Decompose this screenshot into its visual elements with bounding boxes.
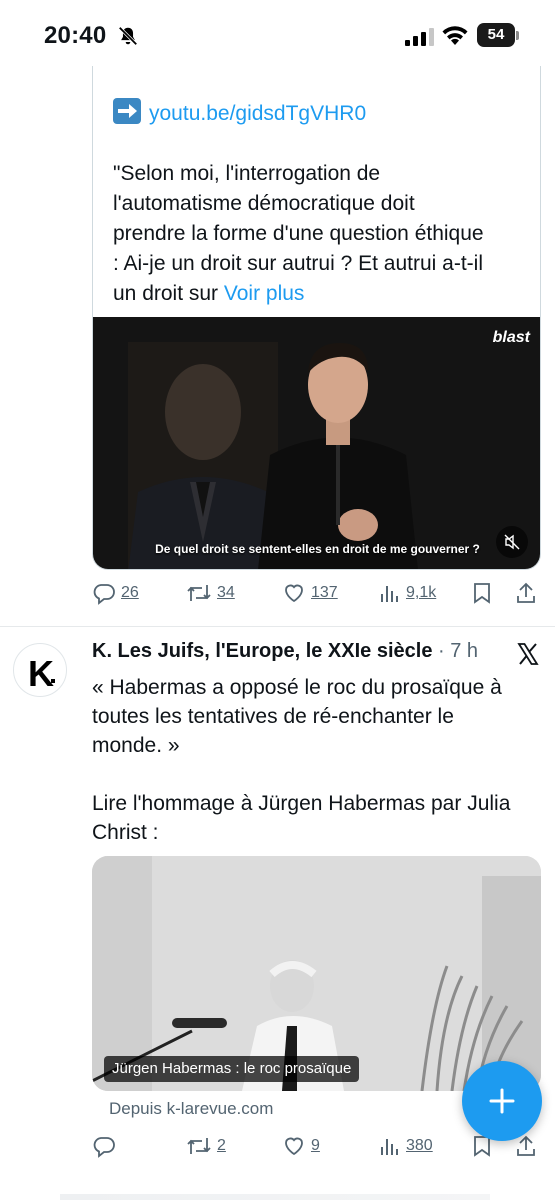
retweet-button[interactable]: 2 — [186, 1131, 226, 1161]
status-bar: 20:40 54 — [0, 0, 555, 66]
retweet-button[interactable]: 34 — [186, 578, 235, 608]
cellular-signal-icon — [405, 28, 434, 46]
avatar-dot — [51, 679, 55, 683]
quote-line: : Ai-je un droit sur autrui ? Et autrui … — [113, 252, 483, 275]
tweet-line: Lire l'hommage à Jürgen Habermas par Jul… — [92, 792, 511, 815]
author-row: K. Les Juifs, l'Europe, le XXIe siècle ·… — [92, 640, 542, 670]
show-more-link[interactable]: Voir plus — [224, 282, 305, 305]
retweet-count: 34 — [217, 584, 235, 601]
tweet-actions: 2 9 380 — [92, 1131, 542, 1161]
views-icon — [381, 1139, 398, 1155]
bookmark-icon — [474, 583, 490, 604]
quoted-tweet-card[interactable]: youtu.be/gidsdTgVHR0 "Selon moi, l'inter… — [92, 40, 541, 570]
right-arrow-emoji-icon — [113, 98, 141, 124]
video-brand-logo: blast — [492, 329, 530, 346]
wifi-icon — [442, 26, 468, 45]
tweet-time[interactable]: 7 h — [450, 640, 478, 662]
like-count: 137 — [311, 584, 338, 601]
video-subtitle: De quel droit se sentent-elles en droit … — [155, 542, 480, 556]
link-preview-caption: Jürgen Habermas : le roc prosaïque — [104, 1056, 360, 1082]
reply-icon — [93, 1137, 115, 1158]
views-icon — [381, 586, 398, 602]
status-time: 20:40 — [44, 22, 107, 49]
separator-dot: · — [438, 640, 445, 662]
plus-icon — [489, 1088, 515, 1114]
battery-cap — [516, 31, 519, 40]
next-tweet-preview — [60, 1194, 490, 1200]
quote-line: prendre la forme d'une question éthique — [113, 222, 484, 245]
tweet-actions: 26 34 137 9,1k — [92, 578, 542, 608]
speaker-muted-icon — [504, 534, 520, 550]
mute-button[interactable] — [496, 526, 528, 558]
heart-icon — [285, 584, 303, 603]
avatar-letter: K — [28, 653, 54, 694]
views-button[interactable]: 380 — [379, 1131, 433, 1161]
views-count: 380 — [406, 1137, 433, 1154]
tweet-line: Christ : — [92, 821, 159, 844]
avatar[interactable]: K — [13, 643, 67, 697]
link-line: youtu.be/gidsdTgVHR0 — [113, 98, 533, 129]
compose-button[interactable] — [462, 1061, 542, 1141]
tweet-line: toutes les tentatives de ré-enchanter le — [92, 705, 454, 728]
tweet-divider — [0, 626, 555, 627]
like-button[interactable]: 9 — [282, 1131, 320, 1161]
like-button[interactable]: 137 — [282, 578, 338, 608]
tweet-text: « Habermas a opposé le roc du prosaïque … — [92, 673, 542, 847]
quote-line-prefix: un droit sur — [113, 282, 224, 305]
video-player[interactable]: blast De quel droit se sentent-elles en … — [93, 317, 540, 569]
author-name[interactable]: K. Les Juifs, l'Europe, le XXIe siècle — [92, 640, 432, 662]
reply-icon — [93, 584, 115, 605]
retweet-icon — [187, 585, 211, 601]
retweet-count: 2 — [217, 1137, 226, 1154]
link-preview-source[interactable]: Depuis k-larevue.com — [109, 1099, 273, 1119]
share-icon — [517, 582, 535, 603]
bookmark-button[interactable] — [472, 578, 492, 608]
like-count: 9 — [311, 1137, 320, 1154]
heart-icon — [285, 1137, 303, 1156]
battery-icon: 54 — [477, 23, 515, 47]
youtube-link[interactable]: youtu.be/gidsdTgVHR0 — [149, 102, 366, 125]
reply-button[interactable] — [92, 1131, 121, 1161]
views-button[interactable]: 9,1k — [379, 578, 436, 608]
reply-button[interactable]: 26 — [92, 578, 139, 608]
quote-line: l'automatisme démocratique doit — [113, 192, 415, 215]
share-icon — [517, 1135, 535, 1156]
share-button[interactable] — [515, 578, 537, 608]
tweet-line: monde. » — [92, 734, 180, 757]
video-speaker-figure — [258, 343, 418, 569]
x-logo-icon — [517, 643, 539, 665]
bell-off-icon — [118, 26, 138, 46]
views-count: 9,1k — [406, 584, 437, 601]
quoted-tweet-text: youtu.be/gidsdTgVHR0 "Selon moi, l'inter… — [113, 98, 533, 309]
retweet-icon — [187, 1138, 211, 1154]
quote-line: "Selon moi, l'interrogation de — [113, 162, 381, 185]
tweet-line: « Habermas a opposé le roc du prosaïque … — [92, 676, 502, 699]
reply-count: 26 — [121, 584, 139, 601]
quote-last-line: un droit sur Voir plus — [113, 279, 533, 309]
